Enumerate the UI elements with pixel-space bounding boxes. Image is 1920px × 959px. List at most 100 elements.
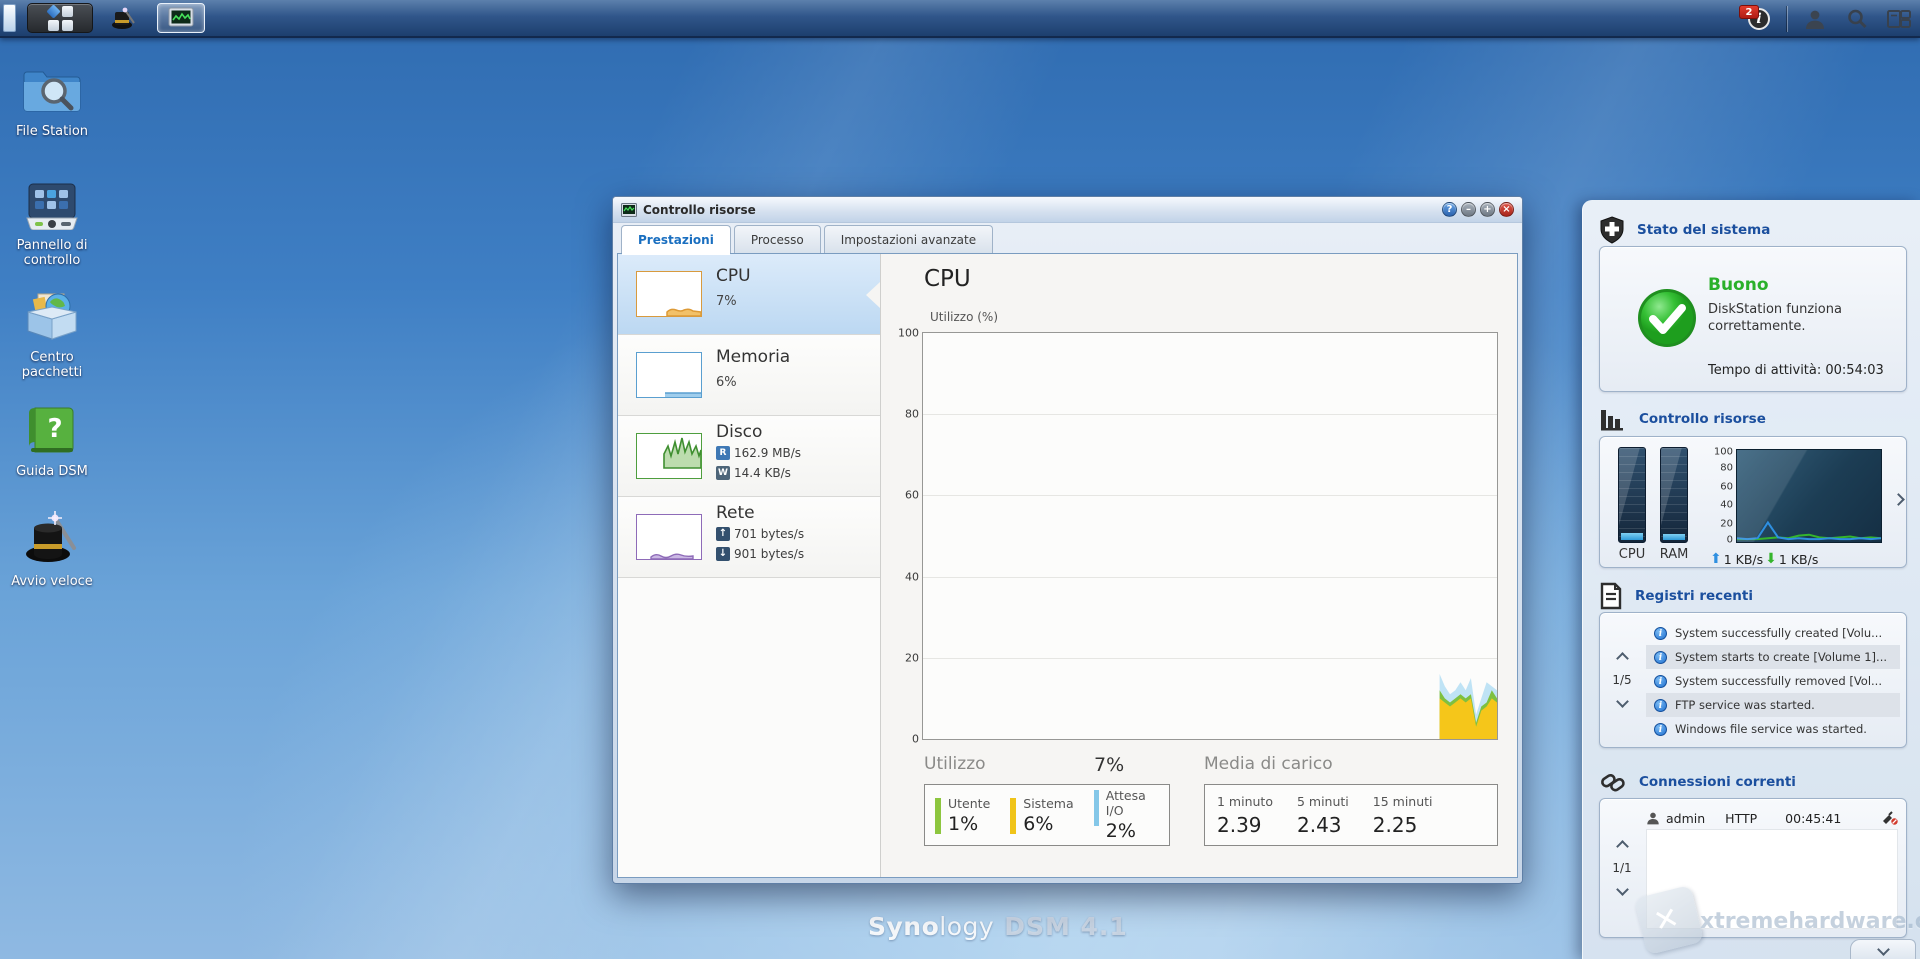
show-desktop-button[interactable] [3,4,16,32]
download-legend-icon: ⬇ [1765,551,1777,567]
memory-thumbnail [636,352,702,398]
status-ok-icon [1638,289,1696,347]
attesa-io-label: Attesa I/O [1105,788,1146,818]
window-close-button[interactable]: × [1499,202,1514,217]
utente-label: Utente [948,795,991,811]
panel-collapse-button[interactable] [1850,939,1916,959]
disk-read-value: 162.9 MB/s [734,446,802,460]
window-title: Controllo risorse [643,202,756,217]
widget-title: Stato del sistema [1637,222,1771,238]
search-icon [1848,9,1867,29]
upload-arrow-icon: ↑ [716,527,730,541]
connections-page-indicator: 1/1 [1612,861,1632,875]
window-minimize-button[interactable]: – [1461,202,1476,217]
window-titlebar[interactable]: Controllo risorse ? – + × [613,197,1522,223]
cpu-utilization-chart: 100 80 60 40 20 0 [898,327,1498,746]
ram-gauge [1660,447,1688,543]
usage-total-value: 7% [1094,754,1125,776]
disk-thumbnail [636,433,702,479]
cpu-gauge-fill [1621,533,1643,540]
quick-launch-button[interactable] [100,3,148,33]
log-row: i FTP service was started. [1646,693,1900,717]
desktop-icon-file-station[interactable]: File Station [0,62,104,139]
disk-read-badge: R [716,446,730,460]
log-info-icon: i [1654,626,1667,640]
network-down-value: 901 bytes/s [734,547,805,561]
y-tick: 100 [898,326,919,340]
desktop-icon-label: Pannello di controllo [16,238,88,268]
log-text: System successfully removed [Vol... [1675,674,1882,688]
network-mini-chart: 100 80 60 40 20 0 [1714,446,1882,546]
log-text: FTP service was started. [1675,698,1815,712]
notifications-button[interactable]: i 2 [1737,4,1781,34]
brand-bold: Syno [868,912,940,941]
mini-y-tick: 0 [1726,534,1733,546]
magic-hat-icon [112,7,135,29]
disconnect-icon[interactable] [1882,811,1898,825]
user-small-icon [1647,812,1659,825]
user-icon [1806,10,1824,29]
system-uptime: Tempo di attività: 00:54:03 [1708,363,1884,378]
disk-write-badge: W [716,466,730,480]
main-menu-button[interactable] [27,3,93,33]
tab-impostazioni-avanzate[interactable]: Impostazioni avanzate [823,225,994,253]
cpu-thumbnail [636,271,702,317]
connection-row: admin HTTP 00:45:41 [1646,807,1898,829]
sidebar-item-cpu[interactable]: CPU 7% [618,254,880,335]
connections-page-up[interactable] [1615,840,1629,853]
synology-dsm-logo: Synology DSM 4.1 [868,912,1128,941]
window-maximize-button[interactable]: + [1480,202,1495,217]
attesa-io-value: 2% [1105,820,1136,842]
recent-logs-card: 1/5 i System successfully created [Volu.… [1599,612,1907,748]
log-text: Windows file service was started. [1675,722,1867,736]
window-title-icon [621,202,637,217]
user-menu-button[interactable] [1794,4,1836,34]
load-average-label: Media di carico [1204,754,1333,774]
tab-prestazioni[interactable]: Prestazioni [621,225,731,255]
search-button[interactable] [1836,4,1878,34]
brand-light: logy [939,912,995,941]
download-arrow-icon: ↓ [716,547,730,561]
network-thumbnail [636,514,702,560]
widget-title: Registri recenti [1635,588,1753,604]
resource-monitor-icon [168,7,194,27]
sidebar-item-memoria[interactable]: Memoria 6% [618,335,880,416]
svg-text:?: ? [47,414,62,444]
logs-page-up[interactable] [1615,652,1629,665]
desktop-icon-quick-start[interactable]: Avvio veloce [0,510,104,589]
network-legend: ⬆ 1 KB/s ⬇ 1 KB/s [1710,551,1818,567]
sidebar-item-name: Memoria [716,347,791,367]
cpu-gauge [1618,447,1646,543]
bar-chart-icon [1601,410,1623,431]
cpu-area-series [1439,674,1497,739]
upload-legend-value: 1 KB/s [1723,551,1764,567]
resource-monitor-header: Controllo risorse [1599,406,1766,432]
main-menu-icon [45,3,73,31]
resource-monitor-task-button[interactable] [157,3,205,33]
chart-y-axis-label: Utilizzo (%) [930,310,999,324]
magic-hat-large-icon [26,511,76,562]
sidebar-item-rete[interactable]: Rete ↑ 701 bytes/s ↓ 901 bytes/s [618,497,880,578]
recent-logs-header: Registri recenti [1599,582,1753,610]
desktop-icon-package-center[interactable]: Centro pacchetti [0,290,104,380]
log-info-icon: i [1654,698,1667,712]
desktop-icon-dsm-help[interactable]: ? Guida DSM [0,404,104,479]
window-help-button[interactable]: ? [1442,202,1457,217]
connection-user: admin [1666,810,1706,826]
sidebar-item-name: CPU [716,266,751,286]
connections-page-down[interactable] [1615,883,1629,896]
log-text: System successfully created [Volu... [1675,626,1883,640]
pilot-view-button[interactable] [1878,4,1920,34]
desktop-icon-control-panel[interactable]: Pannello di controllo [0,182,104,268]
expand-chevron[interactable] [1892,493,1905,506]
tab-processo[interactable]: Processo [733,225,821,253]
attesa-io-color-chip [1093,790,1099,826]
logs-page-down[interactable] [1615,695,1629,708]
ram-gauge-fill [1663,534,1685,540]
log-row: i System successfully removed [Vol... [1646,669,1900,693]
dsm-version: DSM 4.1 [1004,912,1128,941]
sidebar-item-disco[interactable]: Disco R 162.9 MB/s W 14.4 KB/s [618,416,880,497]
pilot-view-icon [1887,10,1911,28]
log-info-icon: i [1654,650,1667,664]
desktop-icon-label: File Station [15,124,89,139]
